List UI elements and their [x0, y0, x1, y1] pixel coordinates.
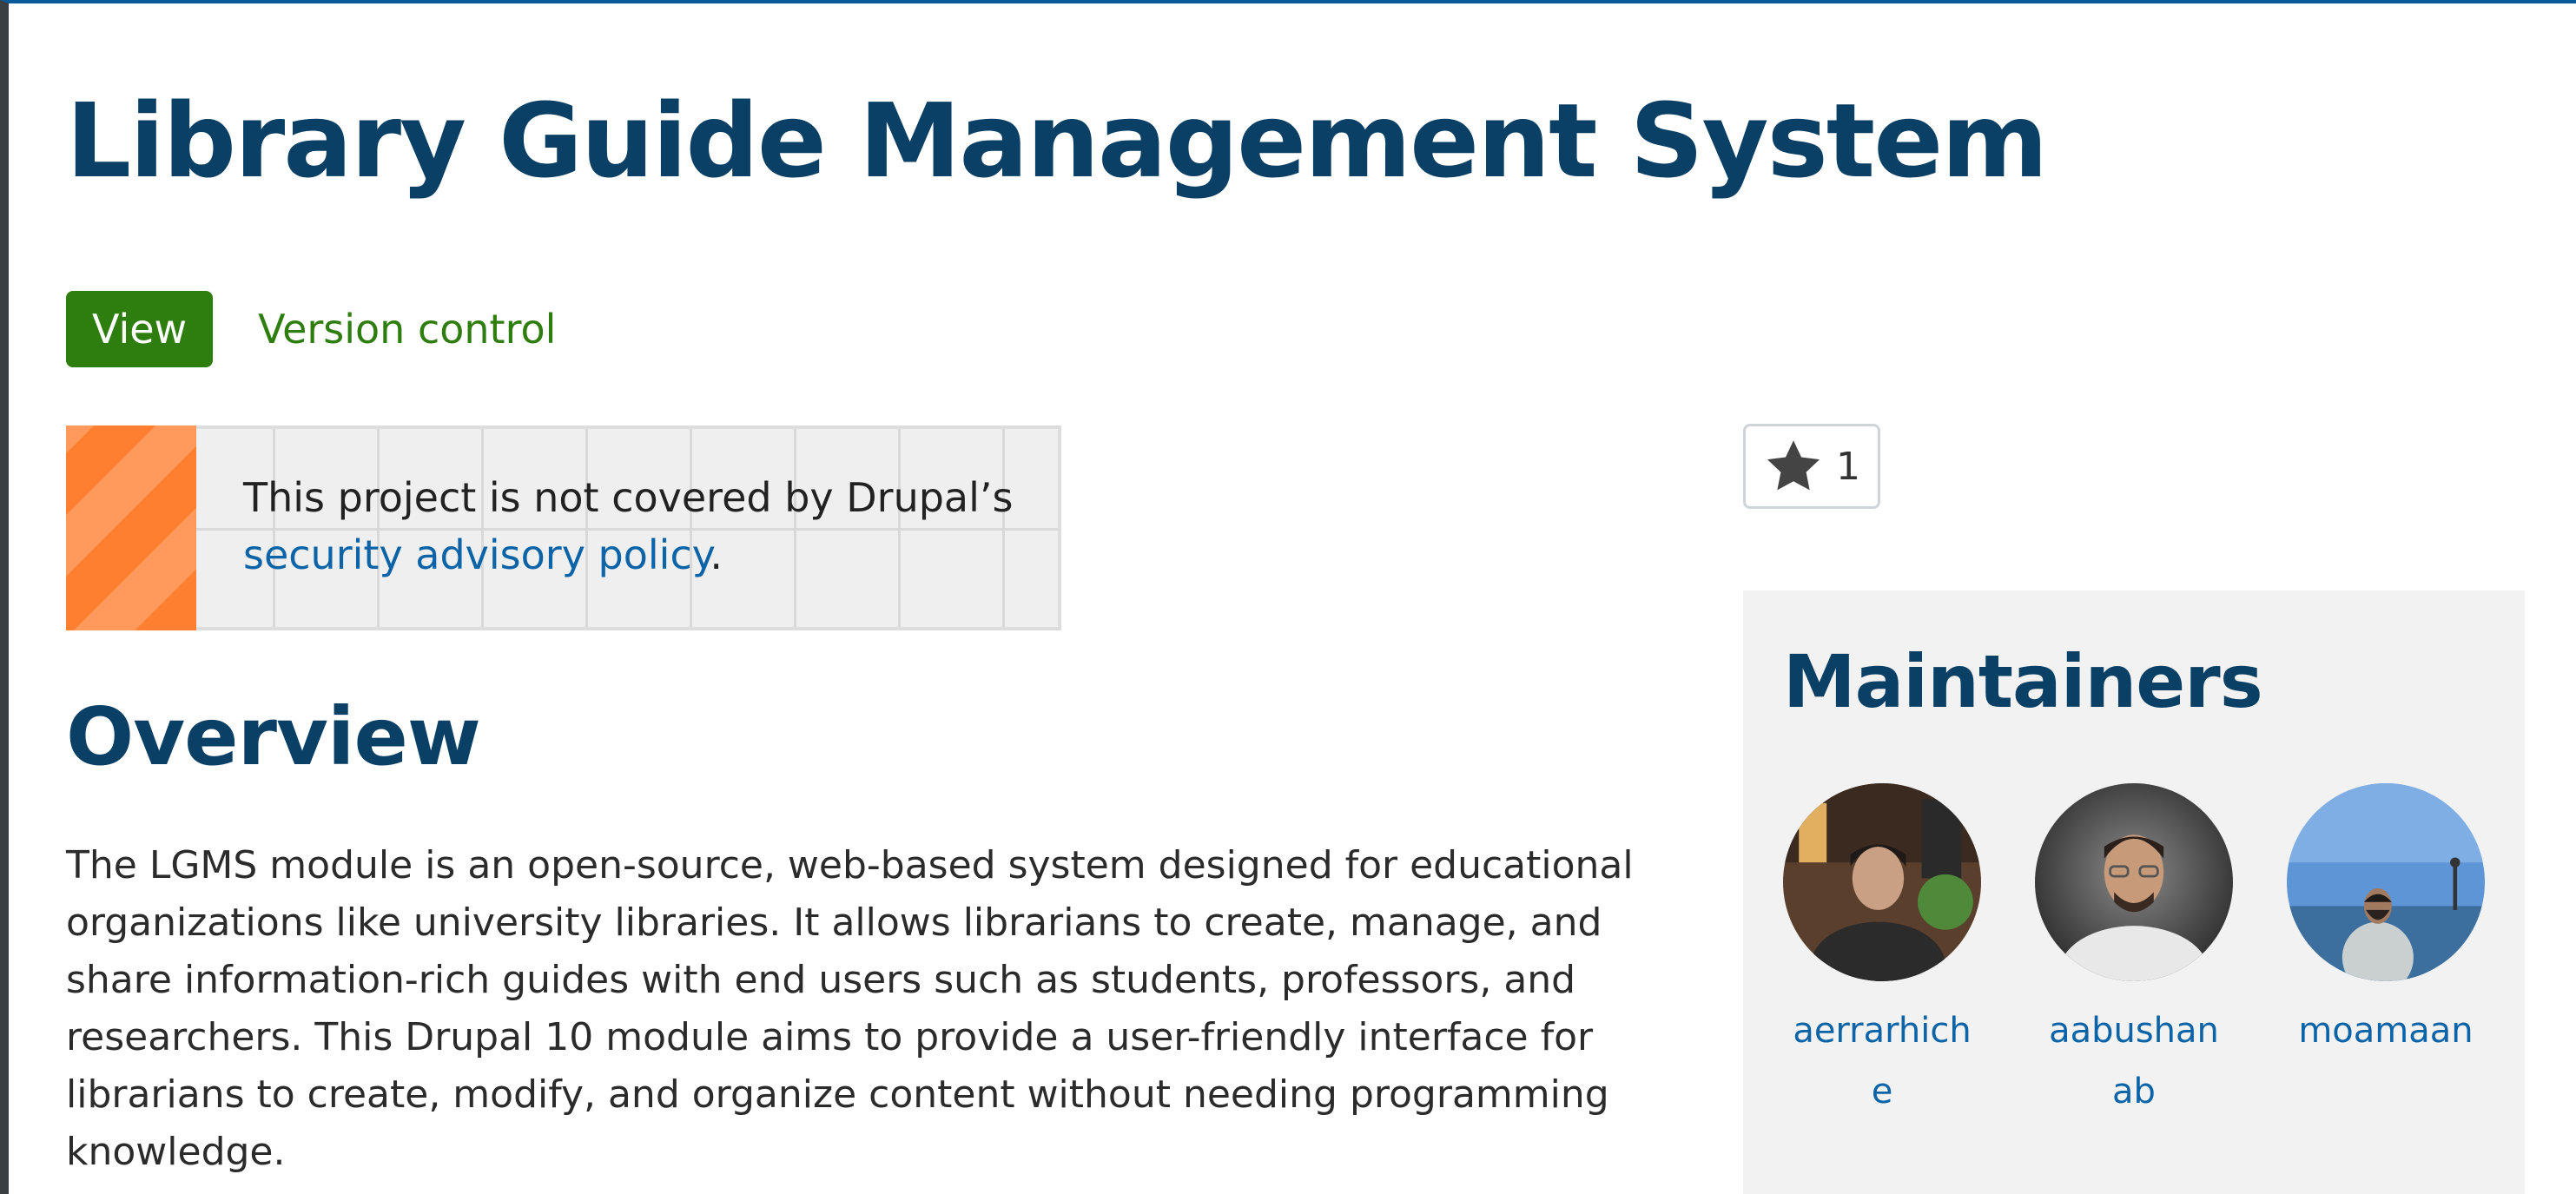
- avatar[interactable]: [1783, 783, 1981, 981]
- page-frame: Library Guide Management System View Ver…: [0, 0, 2576, 1194]
- photo-avatar-icon: [2287, 783, 2485, 981]
- avatar[interactable]: [2287, 783, 2485, 981]
- tab-view[interactable]: View: [66, 291, 214, 367]
- security-notice-period: .: [710, 531, 723, 578]
- warning-stripe: [66, 425, 196, 630]
- security-notice-message: This project is not covered by Drupal’s: [243, 474, 1014, 521]
- maintainers-heading: Maintainers: [1783, 639, 2263, 724]
- avatar[interactable]: [2035, 783, 2233, 981]
- project-tabs: View Version control: [66, 291, 556, 367]
- maintainer-item: aabushanab: [2030, 783, 2238, 1122]
- security-notice-text: This project is not covered by Drupal’s s…: [243, 469, 1025, 584]
- tab-version-control[interactable]: Version control: [258, 291, 556, 367]
- maintainer-name[interactable]: aerrarhiche: [1787, 1000, 1978, 1122]
- star-icon: [1767, 440, 1820, 491]
- star-button[interactable]: 1: [1743, 424, 1880, 509]
- security-notice: This project is not covered by Drupal’s s…: [66, 425, 1061, 630]
- maintainer-item: moamaan: [2282, 783, 2490, 1061]
- photo-avatar-icon: [2035, 783, 2233, 981]
- maintainers-panel: Maintainers aerrarhiche aabushanab moama…: [1743, 590, 2525, 1194]
- overview-description: The LGMS module is an open-source, web-b…: [66, 843, 1634, 1174]
- star-count: 1: [1836, 444, 1860, 489]
- maintainer-name[interactable]: aabushanab: [2038, 1000, 2229, 1122]
- photo-avatar-icon: [1783, 783, 1981, 981]
- maintainer-name[interactable]: moamaan: [2290, 1000, 2481, 1061]
- overview-heading: Overview: [66, 690, 481, 783]
- security-advisory-policy-link[interactable]: security advisory policy: [243, 531, 710, 578]
- page-title: Library Guide Management System: [66, 81, 2048, 201]
- maintainer-item: aerrarhiche: [1778, 783, 1986, 1122]
